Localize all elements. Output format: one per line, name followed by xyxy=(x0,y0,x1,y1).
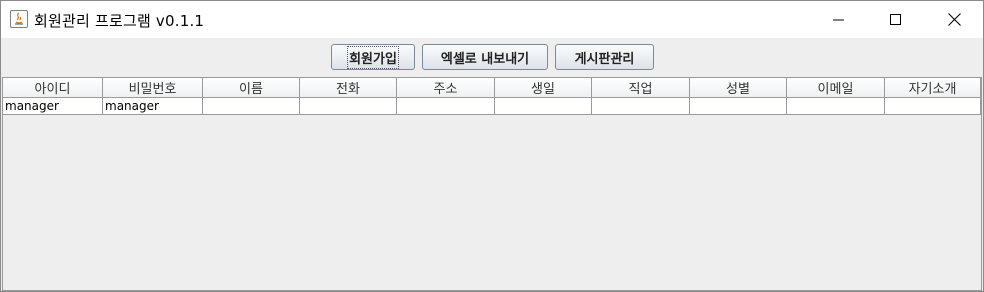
maximize-button[interactable] xyxy=(867,1,925,38)
export-excel-button[interactable]: 엑셀로 내보내기 xyxy=(422,44,548,70)
table-cell[interactable] xyxy=(690,98,787,115)
table-cell[interactable] xyxy=(885,98,981,115)
table-row[interactable]: manager manager xyxy=(3,98,981,115)
close-button[interactable] xyxy=(925,1,983,38)
column-header-password[interactable]: 비밀번호 xyxy=(103,78,203,98)
column-header-id[interactable]: 아이디 xyxy=(3,78,103,98)
close-icon xyxy=(947,13,961,26)
member-table[interactable]: 아이디 비밀번호 이름 전화 주소 생일 직업 성별 이메일 자기소개 mana… xyxy=(2,77,982,291)
table-header: 아이디 비밀번호 이름 전화 주소 생일 직업 성별 이메일 자기소개 xyxy=(3,78,981,98)
maximize-icon xyxy=(890,13,901,25)
app-window: 회원관리 프로그램 v0.1.1 회원가입 엑셀로 내보내기 게시판관리 아이디… xyxy=(0,0,984,292)
column-header-job[interactable]: 직업 xyxy=(592,78,690,98)
window-title: 회원관리 프로그램 v0.1.1 xyxy=(34,12,205,30)
column-header-birthday[interactable]: 생일 xyxy=(495,78,592,98)
title-bar[interactable]: 회원관리 프로그램 v0.1.1 xyxy=(1,1,983,38)
column-header-phone[interactable]: 전화 xyxy=(300,78,397,98)
table-cell[interactable] xyxy=(300,98,397,115)
table-cell[interactable]: manager xyxy=(3,98,103,115)
minimize-icon xyxy=(833,19,844,20)
signup-button[interactable]: 회원가입 xyxy=(331,44,415,70)
board-button-label: 게시판관리 xyxy=(574,51,635,67)
column-header-email[interactable]: 이메일 xyxy=(787,78,885,98)
export-button-label: 엑셀로 내보내기 xyxy=(440,51,530,67)
table-cell[interactable] xyxy=(397,98,495,115)
column-header-gender[interactable]: 성별 xyxy=(690,78,787,98)
board-manage-button[interactable]: 게시판관리 xyxy=(555,44,654,70)
table-cell[interactable] xyxy=(592,98,690,115)
table-cell[interactable] xyxy=(787,98,885,115)
java-app-icon xyxy=(10,10,28,28)
column-header-name[interactable]: 이름 xyxy=(203,78,300,98)
table-cell[interactable] xyxy=(495,98,592,115)
toolbar: 회원가입 엑셀로 내보내기 게시판관리 xyxy=(1,38,983,76)
table-cell[interactable]: manager xyxy=(103,98,203,115)
signup-button-label: 회원가입 xyxy=(347,45,399,69)
column-header-intro[interactable]: 자기소개 xyxy=(885,78,981,98)
table-cell[interactable] xyxy=(203,98,300,115)
column-header-address[interactable]: 주소 xyxy=(397,78,495,98)
minimize-button[interactable] xyxy=(810,1,868,38)
